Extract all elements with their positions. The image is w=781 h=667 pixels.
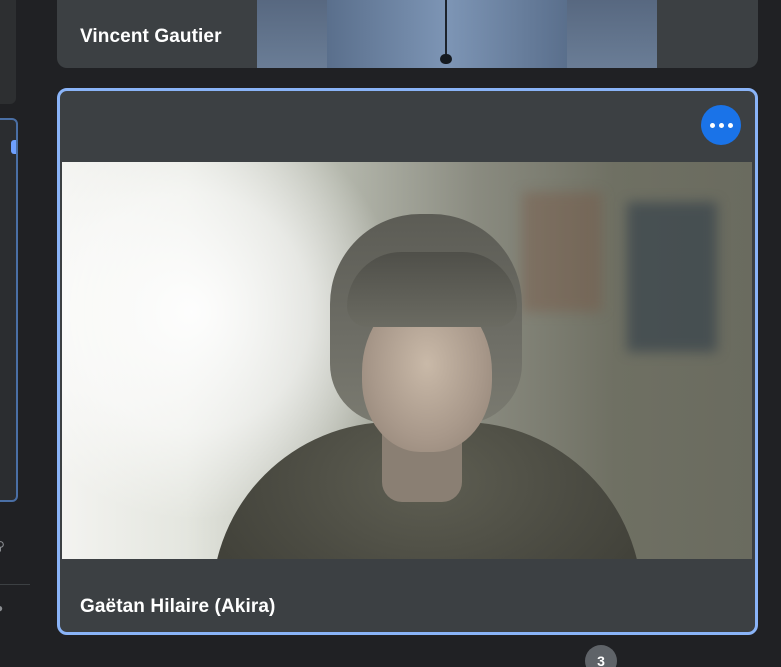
link-icon[interactable]: ⚲: [0, 540, 8, 552]
video-detail: [440, 54, 452, 64]
side-panel-indicator: [11, 140, 16, 154]
video-background-poster: [627, 202, 717, 352]
more-options-button[interactable]: [701, 105, 741, 145]
divider: [0, 584, 30, 585]
side-panel[interactable]: [0, 118, 18, 502]
participant-video: [257, 0, 657, 68]
participant-video: [62, 162, 752, 559]
participant-name: Vincent Gautier: [80, 26, 222, 47]
meeting-stage: ⚲ ● Vincent Gautier Gaëtan Hilaire (Akir…: [0, 0, 781, 667]
participant-count-badge[interactable]: 3: [585, 645, 617, 667]
video-subject-fringe: [347, 252, 517, 327]
more-horiz-icon: [718, 122, 724, 128]
side-panel-edge: [0, 0, 16, 104]
video-background-poster: [522, 192, 602, 312]
participant-tile-gaetan[interactable]: Gaëtan Hilaire (Akira): [57, 88, 758, 635]
more-horiz-icon: [727, 122, 733, 128]
video-detail: [445, 0, 447, 58]
bell-icon[interactable]: ●: [0, 602, 8, 614]
participant-name: Gaëtan Hilaire (Akira): [80, 596, 276, 617]
participant-tile-vincent[interactable]: Vincent Gautier: [57, 0, 758, 68]
more-horiz-icon: [709, 122, 715, 128]
